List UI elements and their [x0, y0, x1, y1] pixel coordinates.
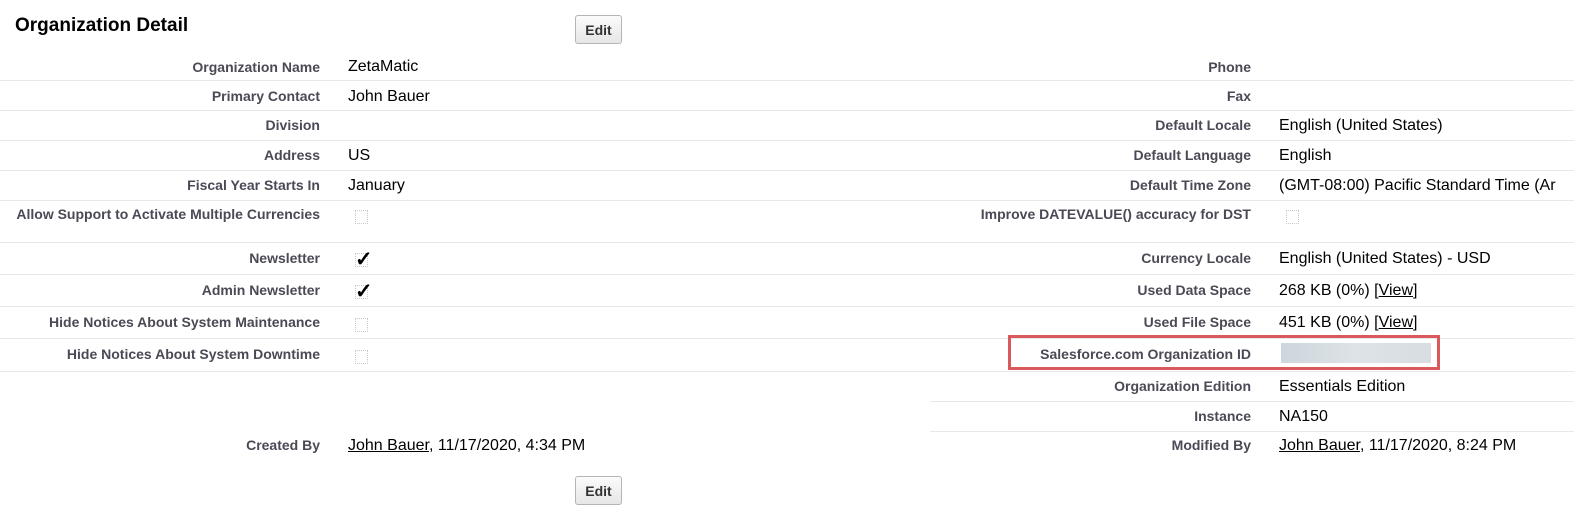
field-label: Default Locale	[1155, 117, 1251, 133]
field-label: Fiscal Year Starts In	[187, 177, 320, 193]
field-row-organization-edition: Organization Edition Essentials Edition	[930, 372, 1574, 402]
view-data-space-link[interactable]: View	[1379, 282, 1413, 299]
view-file-space-link[interactable]: View	[1379, 314, 1413, 331]
field-label: Admin Newsletter	[201, 282, 320, 298]
field-row-datevalue-dst: Improve DATEVALUE() accuracy for DST	[900, 201, 1574, 243]
field-value: John Bauer, 11/17/2020, 8:24 PM	[1279, 436, 1516, 455]
checkbox-checked: ✓	[355, 280, 373, 303]
field-value: English (United States)	[1279, 117, 1443, 134]
field-row-default-time-zone: Default Time Zone (GMT-08:00) Pacific St…	[900, 171, 1574, 201]
field-row-hide-downtime: Hide Notices About System Downtime	[0, 339, 900, 372]
value-text: 268 KB (0%) [	[1279, 282, 1379, 299]
edit-button-top[interactable]: Edit	[575, 15, 622, 44]
field-row-newsletter: Newsletter ✓	[0, 243, 900, 275]
field-value: Essentials Edition	[1279, 378, 1406, 395]
field-value: NA150	[1279, 408, 1328, 425]
field-row-default-language: Default Language English	[900, 141, 1574, 171]
field-label: Division	[265, 117, 320, 133]
field-row-currency-locale: Currency Locale English (United States) …	[900, 243, 1574, 275]
field-row-division: Division	[0, 111, 900, 141]
modified-by-user-link[interactable]: John Bauer	[1279, 437, 1360, 454]
field-label: Modified By	[1171, 437, 1251, 453]
field-value: John Bauer, 11/17/2020, 4:34 PM	[348, 436, 585, 455]
checkbox-unchecked	[355, 318, 368, 332]
field-row-address: Address US	[0, 141, 900, 171]
checkmark-icon: ✓	[355, 280, 373, 303]
field-row-default-locale: Default Locale English (United States)	[900, 111, 1574, 141]
field-row-fiscal-year: Fiscal Year Starts In January	[0, 171, 900, 201]
field-value: ZetaMatic	[348, 58, 419, 75]
field-label: Primary Contact	[211, 88, 320, 104]
checkbox-unchecked	[1286, 210, 1299, 224]
field-row-fax: Fax	[900, 81, 1574, 111]
field-label: Created By	[246, 437, 320, 453]
edit-button-bottom[interactable]: Edit	[575, 476, 622, 505]
field-row-hide-maintenance: Hide Notices About System Maintenance	[0, 307, 900, 339]
created-by-user-link[interactable]: John Bauer	[348, 437, 429, 454]
field-row-admin-newsletter: Admin Newsletter ✓	[0, 275, 900, 307]
checkbox-unchecked	[355, 350, 368, 364]
field-label: Organization Edition	[1114, 378, 1251, 394]
created-date: , 11/17/2020, 4:34 PM	[428, 437, 586, 454]
field-label: Default Language	[1133, 147, 1251, 163]
field-label: Fax	[1226, 88, 1251, 104]
field-row-multiple-currencies: Allow Support to Activate Multiple Curre…	[0, 201, 900, 243]
page-title: Organization Detail	[15, 15, 189, 36]
checkbox-checked: ✓	[355, 248, 373, 271]
field-value: 268 KB (0%) [View]	[1279, 281, 1417, 300]
field-value: English (United States) - USD	[1279, 250, 1491, 267]
field-value: US	[348, 147, 371, 164]
checkbox-unchecked	[355, 210, 368, 224]
field-label: Hide Notices About System Maintenance	[49, 314, 320, 330]
field-label: Organization Name	[192, 59, 320, 75]
field-label: Allow Support to Activate Multiple Curre…	[16, 206, 320, 222]
field-row-organization-name: Organization Name ZetaMatic	[0, 51, 900, 81]
field-row-primary-contact: Primary Contact John Bauer	[0, 81, 900, 111]
field-label: Instance	[1194, 408, 1251, 424]
field-label: Used File Space	[1143, 314, 1251, 330]
field-value: (GMT-08:00) Pacific Standard Time (Ar	[1279, 177, 1556, 194]
value-text: 451 KB (0%) [	[1279, 314, 1379, 331]
field-label: Address	[263, 147, 320, 163]
modified-date: , 11/17/2020, 8:24 PM	[1359, 437, 1517, 454]
value-suffix: ]	[1413, 282, 1418, 299]
field-value: January	[348, 177, 405, 194]
field-label: Hide Notices About System Downtime	[66, 346, 320, 362]
field-label: Phone	[1208, 59, 1251, 75]
field-label: Default Time Zone	[1129, 177, 1251, 193]
value-suffix: ]	[1413, 314, 1418, 331]
field-value: John Bauer	[348, 88, 430, 105]
field-label: Improve DATEVALUE() accuracy for DST	[980, 206, 1251, 222]
field-value: English	[1279, 147, 1332, 164]
field-row-used-data-space: Used Data Space 268 KB (0%) [View]	[900, 275, 1574, 307]
field-label: Used Data Space	[1137, 282, 1251, 298]
checkmark-icon: ✓	[355, 248, 373, 271]
highlight-box	[1008, 335, 1440, 370]
field-label: Newsletter	[249, 250, 320, 266]
field-value: 451 KB (0%) [View]	[1279, 313, 1417, 332]
field-label: Currency Locale	[1141, 250, 1251, 266]
field-row-instance: Instance NA150	[930, 402, 1574, 432]
field-row-phone: Phone	[900, 51, 1574, 81]
